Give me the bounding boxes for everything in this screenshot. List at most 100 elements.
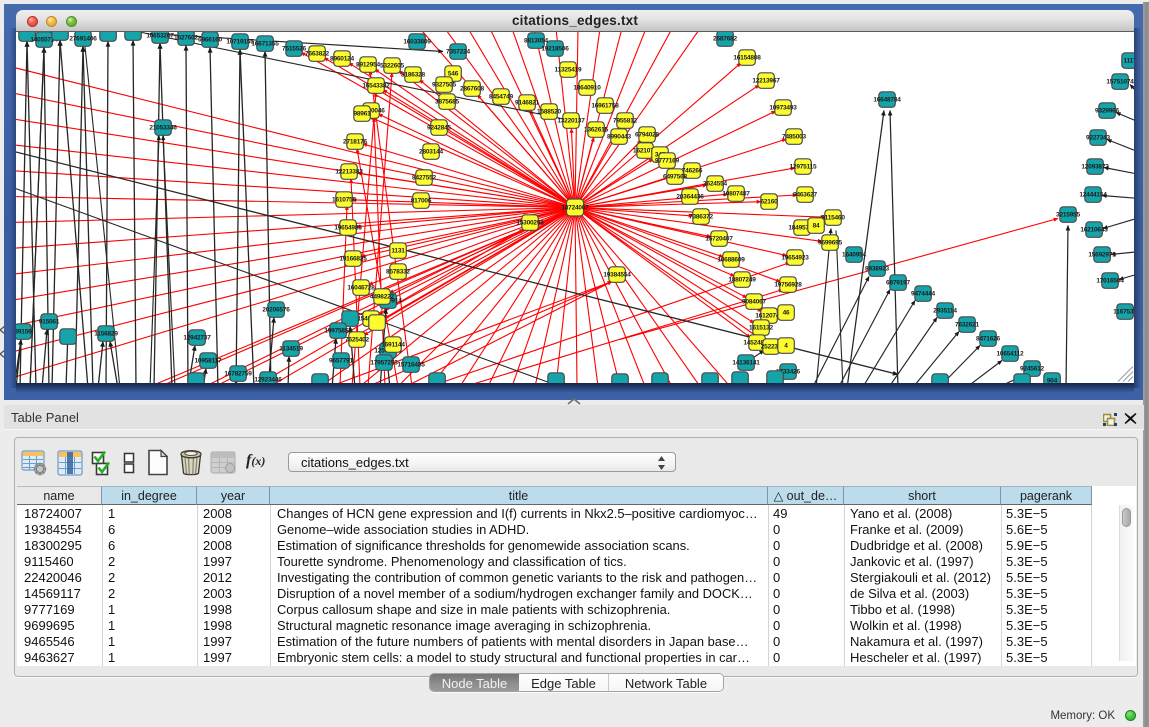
svg-text:4498222: 4498222: [370, 293, 394, 300]
svg-text:3624554: 3624554: [703, 180, 727, 187]
svg-text:1588520: 1588520: [537, 108, 561, 115]
svg-text:10654112: 10654112: [997, 350, 1025, 357]
svg-text:1117: 1117: [1124, 57, 1134, 64]
svg-text:7625402: 7625402: [345, 336, 369, 343]
svg-text:12444154: 12444154: [1079, 191, 1107, 198]
svg-text:8578332: 8578332: [386, 268, 410, 275]
svg-text:16154808: 16154808: [733, 54, 761, 61]
svg-text:19384554: 19384554: [603, 271, 631, 278]
svg-text:84: 84: [813, 222, 820, 229]
svg-text:1527602: 1527602: [174, 34, 198, 41]
svg-text:12213383: 12213383: [335, 168, 363, 175]
svg-text:10973493: 10973493: [769, 104, 797, 111]
svg-text:9327505: 9327505: [432, 81, 456, 88]
svg-text:6966160: 6966160: [198, 36, 222, 43]
svg-text:7663822: 7663822: [305, 50, 329, 57]
svg-text:2935114: 2935114: [933, 307, 957, 314]
svg-text:12213967: 12213967: [752, 77, 780, 84]
svg-text:10688609: 10688609: [717, 256, 745, 263]
svg-text:8454749: 8454749: [489, 93, 513, 100]
svg-text:10807487: 10807487: [722, 190, 750, 197]
svg-text:7357224: 7357224: [446, 48, 470, 55]
svg-text:14136141: 14136141: [732, 359, 760, 366]
svg-text:19654985: 19654985: [334, 224, 362, 231]
svg-text:915061: 915061: [39, 318, 60, 325]
svg-text:9463627: 9463627: [793, 191, 817, 198]
svg-text:3875685: 3875685: [435, 98, 459, 105]
svg-text:20364436: 20364436: [676, 193, 704, 200]
svg-text:19975857: 19975857: [324, 327, 352, 334]
svg-text:8938923: 8938923: [865, 265, 889, 272]
svg-text:2803144: 2803144: [419, 148, 443, 155]
svg-text:46: 46: [783, 309, 790, 316]
svg-text:39159: 39159: [16, 328, 32, 335]
svg-text:4: 4: [784, 342, 788, 349]
svg-text:13220137: 13220137: [557, 117, 585, 124]
svg-text:21053346: 21053346: [149, 124, 177, 131]
svg-text:19218506: 19218506: [541, 45, 569, 52]
svg-text:817006: 817006: [411, 197, 432, 204]
svg-text:1691144: 1691144: [381, 341, 405, 348]
svg-text:19166825: 19166825: [339, 255, 367, 262]
svg-text:8186328: 8186328: [401, 71, 425, 78]
svg-text:2867608: 2867608: [460, 85, 484, 92]
svg-text:15751074: 15751074: [1106, 78, 1134, 85]
svg-text:1131: 1131: [391, 247, 405, 254]
svg-text:8471626: 8471626: [976, 335, 1000, 342]
svg-text:17957253: 17957253: [370, 359, 398, 366]
svg-text:9777169: 9777169: [655, 157, 679, 164]
svg-text:16046728: 16046728: [347, 284, 375, 291]
svg-text:9329966: 9329966: [1095, 107, 1119, 114]
svg-text:8813054: 8813054: [524, 37, 548, 44]
svg-text:18640910: 18640910: [573, 84, 601, 91]
svg-text:9227343: 9227343: [1086, 134, 1110, 141]
svg-text:7485003: 7485003: [782, 133, 806, 140]
svg-text:98961: 98961: [353, 110, 371, 117]
svg-text:8960124: 8960124: [330, 55, 354, 62]
svg-text:12975115: 12975115: [790, 163, 818, 170]
svg-text:7515526: 7515526: [282, 45, 306, 52]
svg-text:6879197: 6879197: [886, 279, 910, 286]
svg-text:16961758: 16961758: [591, 102, 619, 109]
svg-text:12093872: 12093872: [1081, 163, 1109, 170]
svg-text:1362615: 1362615: [584, 126, 608, 133]
svg-text:16033809: 16033809: [403, 38, 431, 45]
svg-text:16782759: 16782759: [224, 370, 252, 377]
svg-text:7386372: 7386372: [689, 213, 713, 220]
svg-text:16671355: 16671355: [251, 40, 279, 47]
svg-text:16543382: 16543382: [362, 82, 390, 89]
svg-text:9245612: 9245612: [1020, 365, 1044, 372]
svg-text:1640954: 1640954: [842, 251, 866, 258]
svg-text:15720407: 15720407: [705, 235, 733, 242]
svg-text:9084067: 9084067: [742, 298, 766, 305]
svg-text:27691406: 27691406: [69, 35, 97, 42]
svg-text:9474444: 9474444: [911, 290, 935, 297]
svg-text:10653267: 10653267: [146, 32, 174, 39]
svg-text:16210643: 16210643: [1080, 226, 1108, 233]
svg-text:16648784: 16648784: [873, 96, 901, 103]
svg-text:9146821: 9146821: [515, 99, 539, 106]
svg-text:9657791: 9657791: [329, 357, 353, 364]
svg-text:62160: 62160: [760, 198, 778, 205]
svg-text:20206576: 20206576: [262, 306, 290, 313]
svg-text:6497568: 6497568: [663, 173, 687, 180]
svg-text:15692971: 15692971: [1088, 251, 1116, 258]
svg-text:7632621: 7632621: [955, 321, 979, 328]
svg-text:18724007: 18724007: [561, 204, 589, 211]
svg-text:10719155: 10719155: [226, 38, 254, 45]
svg-text:1610755: 1610755: [332, 196, 356, 203]
svg-text:7955812: 7955812: [613, 117, 637, 124]
svg-text:19756928: 19756928: [774, 281, 802, 288]
svg-text:17016504: 17016504: [1096, 277, 1124, 284]
svg-text:8427552: 8427552: [412, 174, 436, 181]
svg-text:12942737: 12942737: [183, 334, 211, 341]
svg-text:18807249: 18807249: [728, 276, 756, 283]
svg-text:8912954: 8912954: [356, 61, 380, 68]
svg-text:1134519: 1134519: [279, 345, 303, 352]
svg-text:11325419: 11325419: [555, 66, 583, 73]
svg-text:2687682: 2687682: [713, 35, 737, 42]
svg-text:1167533: 1167533: [1113, 308, 1134, 315]
svg-text:5322605: 5322605: [380, 62, 404, 69]
svg-text:10958117: 10958117: [195, 357, 223, 364]
svg-text:9699695: 9699695: [818, 239, 842, 246]
